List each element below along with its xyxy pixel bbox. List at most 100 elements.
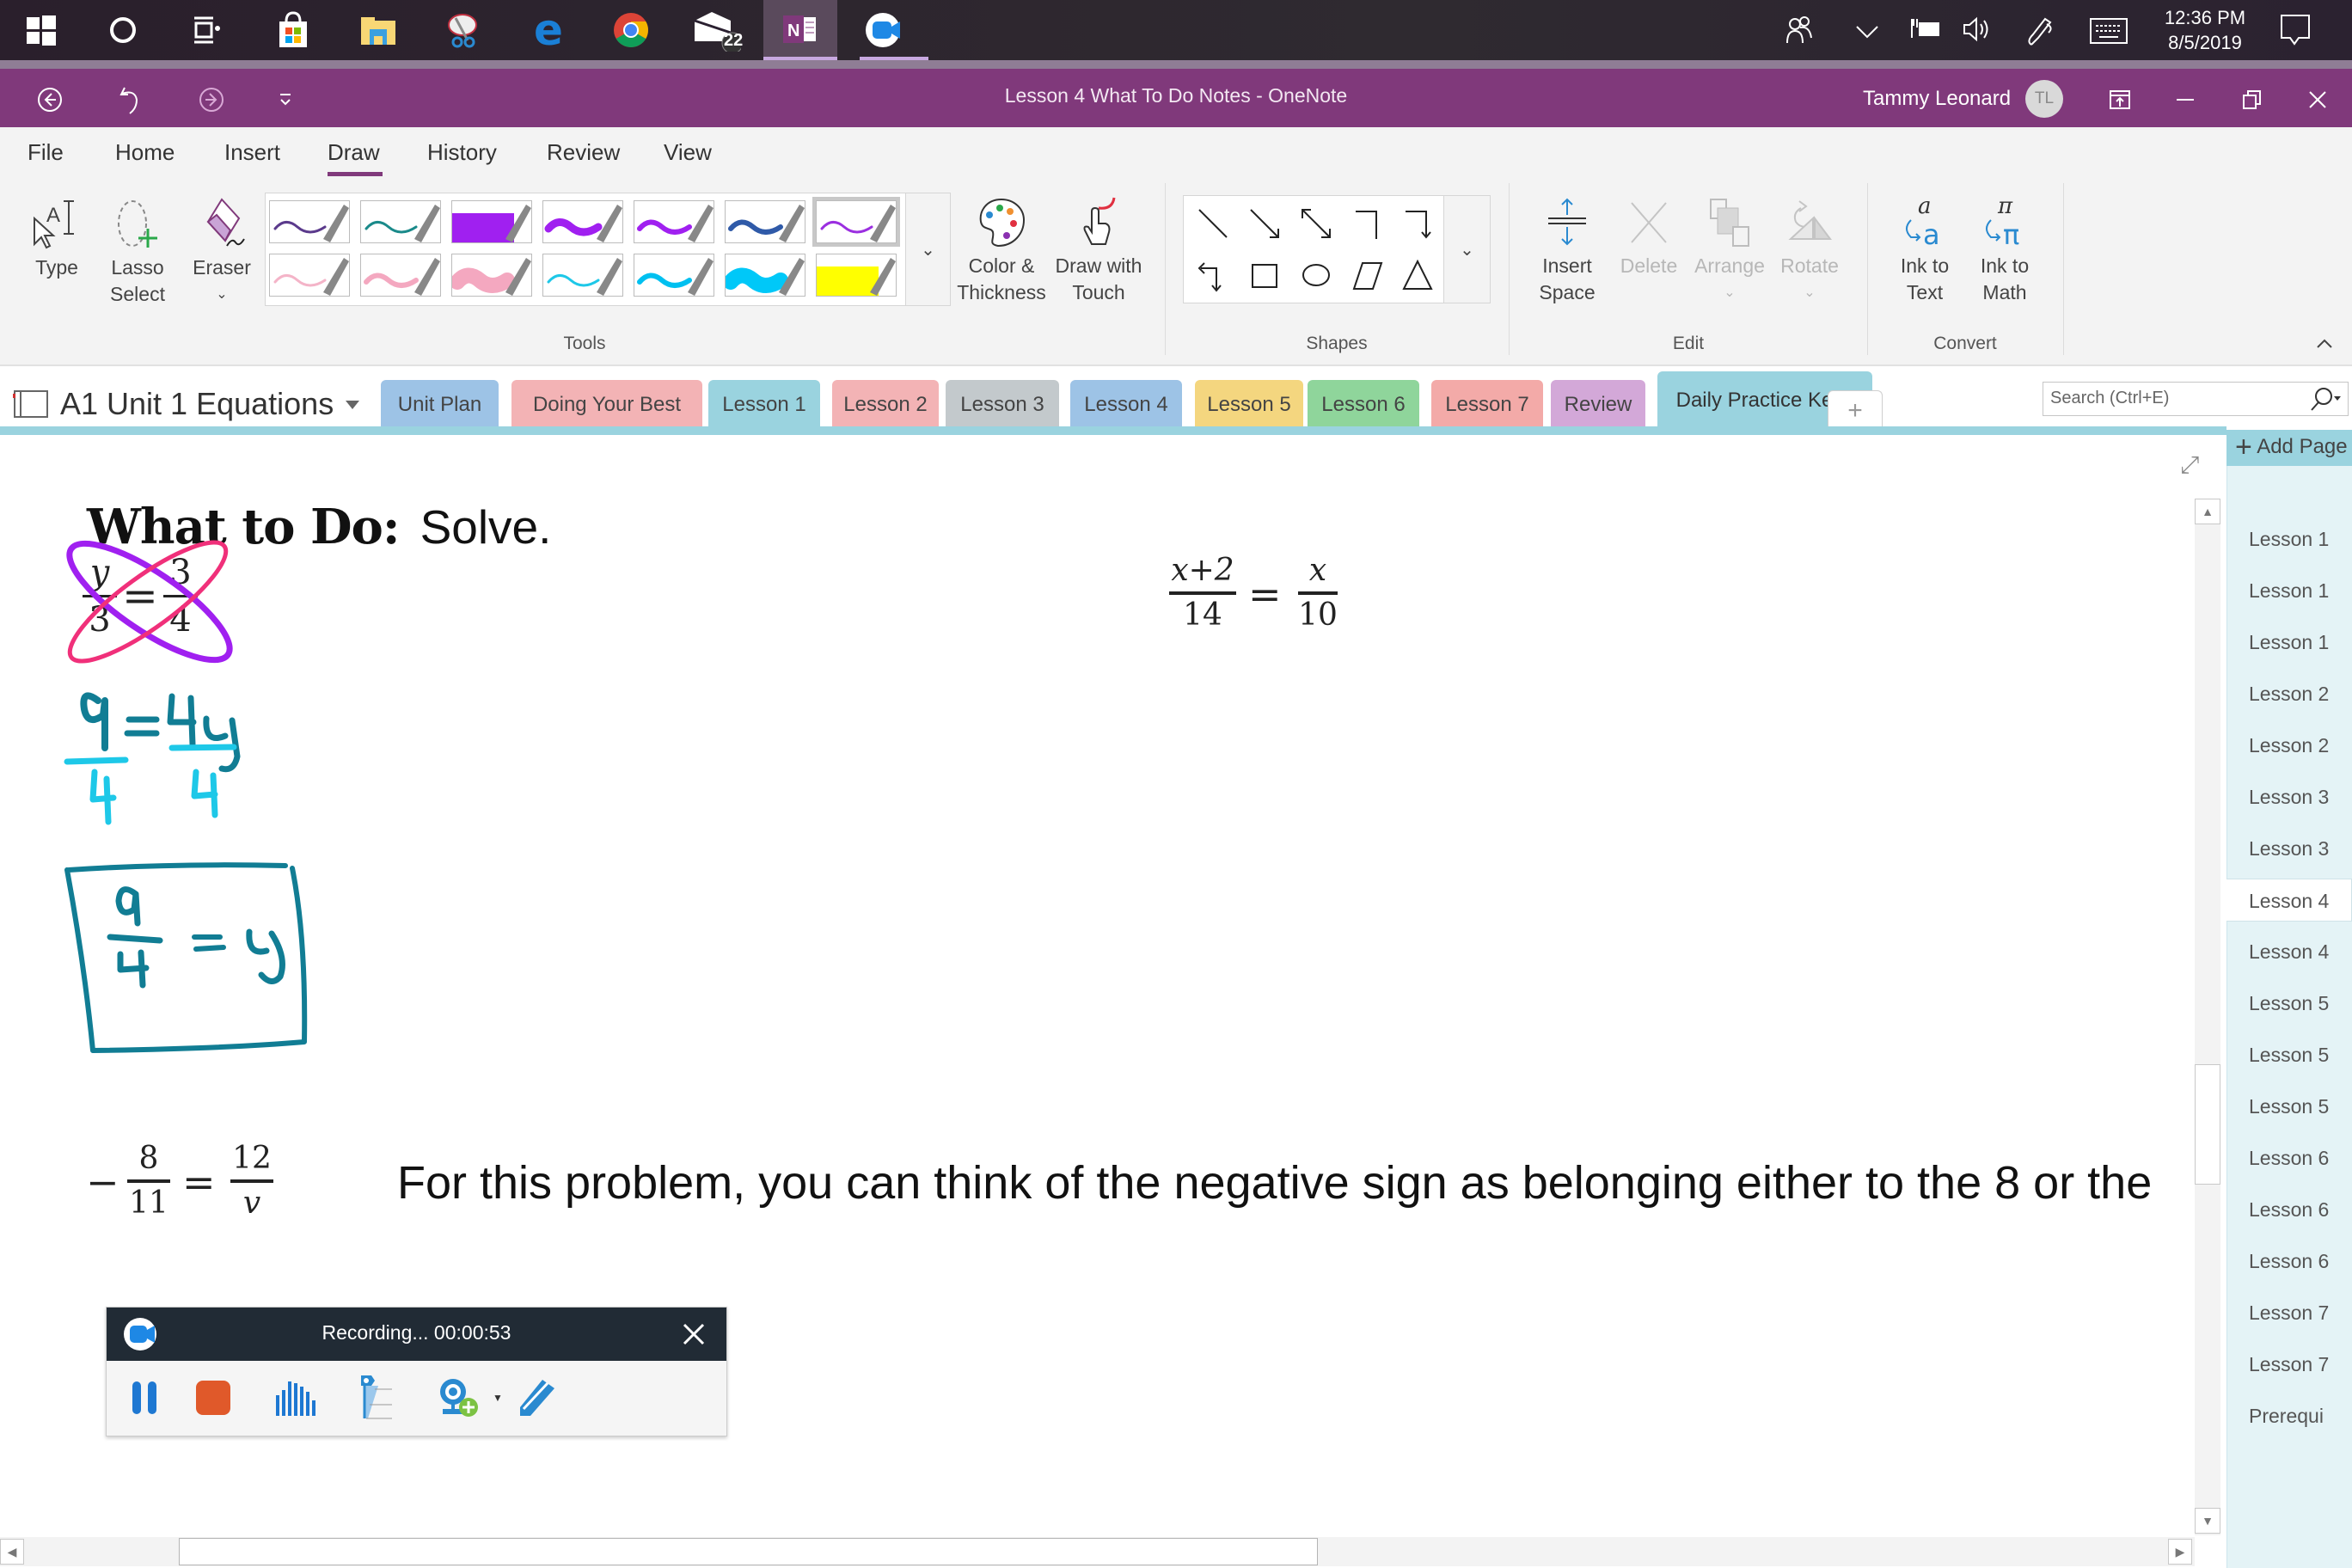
start-button[interactable] [17,9,65,52]
webcam-button[interactable] [432,1369,487,1426]
tab-file[interactable]: File [28,139,64,166]
pen-gallery-more-button[interactable]: ⌄ [906,193,951,306]
battery-charging-icon[interactable] [1910,15,1941,47]
shape-parallelogram-icon[interactable] [1349,256,1387,294]
pen-swatch[interactable] [542,200,623,243]
tab-draw[interactable]: Draw [328,139,380,166]
system-clock[interactable]: 12:36 PM 8/5/2019 [2153,5,2257,55]
pen-swatch[interactable] [634,254,714,297]
section-tab-lesson-7[interactable]: Lesson 7 [1431,380,1543,430]
annotation-marker-button[interactable] [349,1369,404,1426]
windows-ink-icon[interactable] [2024,15,2054,52]
section-tab-lesson-1[interactable]: Lesson 1 [708,380,820,430]
search-input[interactable]: Search (Ctrl+E) [2043,382,2349,416]
page-item[interactable]: Lesson 2 [2226,724,2352,767]
notebook-picker[interactable]: A1 Unit 1 Equations [12,386,363,422]
delete-button[interactable]: Delete [1613,196,1685,279]
page-item[interactable]: Prerequi [2226,1394,2352,1437]
page-item[interactable]: Lesson 6 [2226,1136,2352,1179]
onenote-button[interactable]: N [763,0,837,60]
page-item[interactable]: Lesson 5 [2226,1033,2352,1076]
pen-swatch[interactable] [634,200,714,243]
shape-double-arrow-icon[interactable] [1297,205,1335,242]
tab-view[interactable]: View [664,139,712,166]
page-item[interactable]: Lesson 3 [2226,775,2352,818]
page-item[interactable]: Lesson 1 [2226,569,2352,612]
type-button[interactable]: A Type [26,198,88,281]
pen-swatch[interactable] [360,254,441,297]
restore-button[interactable] [2232,81,2273,119]
shape-rectangle-icon[interactable] [1246,256,1283,294]
eraser-dropdown-icon[interactable]: ⌄ [184,281,260,308]
cortana-button[interactable] [99,9,147,52]
section-tab-lesson-5[interactable]: Lesson 5 [1195,380,1303,430]
section-tab-review[interactable]: Review [1551,380,1645,430]
section-tab-lesson-6[interactable]: Lesson 6 [1308,380,1419,430]
shape-line-icon[interactable] [1194,205,1232,242]
tab-home[interactable]: Home [115,139,175,166]
shape-triangle-icon[interactable] [1399,256,1436,294]
page-item[interactable]: Lesson 7 [2226,1291,2352,1334]
pen-swatch[interactable] [816,254,897,297]
page-item[interactable]: Lesson 3 [2226,827,2352,870]
mail-button[interactable]: 22 [693,9,743,52]
full-screen-button[interactable] [2099,81,2141,119]
page-item[interactable]: Lesson 6 [2226,1188,2352,1231]
expand-page-icon[interactable]: ⤢ [2180,451,2199,480]
touch-keyboard-icon[interactable] [2089,17,2128,51]
add-page-button[interactable]: + Add Page [2226,430,2352,466]
draw-pen-button[interactable] [511,1369,566,1426]
action-center-icon[interactable] [2280,14,2311,52]
ink-to-text-button[interactable]: aa Ink to Text [1884,194,1965,306]
tab-insert[interactable]: Insert [224,139,280,166]
people-icon[interactable] [1785,15,1813,51]
recorder-close-button[interactable] [679,1320,708,1353]
section-tab-unit-plan[interactable]: Unit Plan [381,380,499,430]
page-item[interactable]: Lesson 2 [2226,672,2352,715]
color-thickness-button[interactable]: Color & Thickness [954,196,1049,306]
page-item[interactable]: Lesson 4 [2226,930,2352,973]
scroll-right-button[interactable]: ▶ [2168,1539,2192,1565]
scroll-up-button[interactable]: ▲ [2195,499,2220,524]
arrange-button[interactable]: Arrange ⌄ [1690,196,1769,306]
volume-icon[interactable] [1963,15,1992,49]
task-view-button[interactable] [182,9,230,52]
user-name[interactable]: Tammy Leonard [1863,87,2011,111]
stop-recording-button[interactable] [186,1369,241,1426]
chrome-button[interactable] [607,9,655,52]
page-item[interactable]: Lesson 7 [2226,1343,2352,1386]
tab-review[interactable]: Review [547,139,620,166]
webcam-options-dropdown[interactable]: ▼ [485,1369,511,1426]
file-explorer-button[interactable] [354,9,402,52]
recorder-header[interactable]: Recording... 00:00:53 [107,1308,726,1361]
page-item[interactable]: Lesson 5 [2226,982,2352,1025]
shape-arrow-icon[interactable] [1246,205,1283,242]
close-window-button[interactable] [2297,81,2338,119]
pen-swatch[interactable] [269,200,350,243]
pen-swatch[interactable] [451,200,532,243]
vertical-scrollbar[interactable] [2195,499,2220,1535]
show-hidden-icons-chevron[interactable] [1855,19,1879,46]
draw-with-touch-button[interactable]: Draw with Touch [1050,196,1147,306]
edge-button[interactable]: e [524,9,573,52]
shape-elbow-arrow-left-icon[interactable] [1194,256,1232,294]
store-button[interactable] [269,9,317,52]
shape-ellipse-icon[interactable] [1297,256,1335,294]
screen-recorder-button[interactable] [861,9,910,52]
pen-swatch[interactable] [269,254,350,297]
scroll-left-button[interactable]: ◀ [0,1539,24,1565]
lasso-select-button[interactable]: Lasso Select [101,198,174,308]
pen-swatch[interactable] [360,200,441,243]
scroll-down-button[interactable]: ▼ [2195,1508,2220,1534]
page-item[interactable]: Lesson 1 [2226,621,2352,664]
section-tab-lesson-2[interactable]: Lesson 2 [832,380,939,430]
add-section-button[interactable]: + [1828,390,1883,430]
section-tab-doing-your-best[interactable]: Doing Your Best [511,380,702,430]
section-tab-lesson-4[interactable]: Lesson 4 [1070,380,1182,430]
pen-swatch[interactable] [451,254,532,297]
ink-to-math-button[interactable]: ππ Ink to Math [1963,194,2046,306]
vertical-scroll-thumb[interactable] [2195,1064,2220,1185]
pen-swatch[interactable] [725,200,805,243]
page-item[interactable]: Lesson 5 [2226,1085,2352,1128]
pen-swatch[interactable] [725,254,805,297]
